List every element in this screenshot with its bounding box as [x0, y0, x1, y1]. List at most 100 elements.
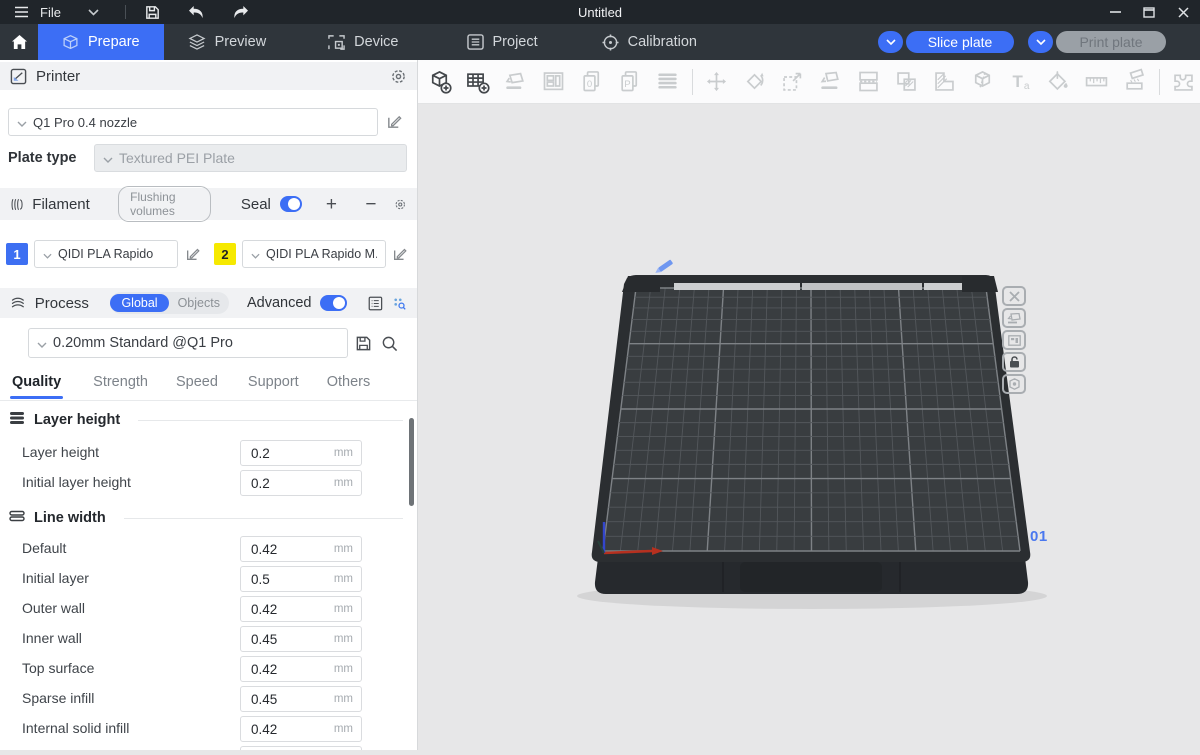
filament-2-select[interactable]: QIDI PLA Rapido M... — [242, 240, 386, 268]
search-preset-icon[interactable] — [380, 334, 399, 353]
setting-row: Layer height0.2mm — [0, 438, 417, 468]
toolbar-separator — [692, 69, 693, 95]
lay-on-face-icon[interactable] — [815, 67, 845, 97]
setting-input[interactable]: 0.42mm — [240, 536, 362, 562]
section-header-layer-height: Layer height — [0, 408, 417, 432]
tab-strength[interactable]: Strength — [93, 368, 148, 396]
setting-input[interactable] — [240, 746, 362, 750]
slice-options-chevron-icon[interactable] — [878, 31, 903, 53]
add-filament-button[interactable]: + — [326, 195, 337, 214]
edit-filament-1-icon[interactable] — [183, 244, 202, 263]
file-chevron-icon[interactable] — [83, 2, 105, 22]
printer-preset-select[interactable]: Q1 Pro 0.4 nozzle — [8, 108, 378, 136]
segment-global[interactable]: Global — [110, 294, 168, 312]
remove-filament-button[interactable]: − — [365, 195, 376, 214]
printer-settings-gear-icon[interactable] — [390, 68, 407, 85]
undo-icon[interactable] — [186, 2, 208, 22]
object-list-icon[interactable] — [652, 67, 682, 97]
slice-plate-button[interactable]: Slice plate — [906, 31, 1014, 53]
global-objects-segmented[interactable]: Global Objects — [110, 292, 229, 314]
edit-printer-icon[interactable] — [385, 112, 404, 131]
seal-label: Seal — [241, 196, 271, 213]
edit-filament-2-icon[interactable] — [390, 244, 409, 263]
setting-input[interactable]: 0.2mm — [240, 470, 362, 496]
project-icon — [467, 34, 484, 50]
tab-calibration[interactable]: Calibration — [578, 24, 721, 60]
add-plate-icon[interactable] — [462, 67, 492, 97]
setting-input[interactable]: 0.42mm — [240, 596, 362, 622]
split-to-plates-icon[interactable] — [853, 67, 883, 97]
seal-toggle[interactable] — [280, 196, 302, 212]
print-plate-button[interactable]: Print plate — [1056, 31, 1166, 53]
delete-plate-icon[interactable] — [1002, 286, 1026, 306]
filament-1-select[interactable]: QIDI PLA Rapido — [34, 240, 178, 268]
tab-preview[interactable]: Preview — [164, 24, 291, 60]
setting-input[interactable]: 0.5mm — [240, 566, 362, 592]
setting-input[interactable]: 0.45mm — [240, 626, 362, 652]
panel-scrollbar[interactable] — [409, 418, 414, 506]
color-paint-icon[interactable] — [1043, 67, 1073, 97]
viewport-3d[interactable]: 01 — [418, 104, 1200, 750]
lock-plate-icon[interactable] — [1002, 352, 1026, 372]
filament-1-swatch[interactable]: 1 — [6, 243, 28, 265]
home-button[interactable] — [0, 24, 38, 60]
paste-icon[interactable]: P — [614, 67, 644, 97]
file-menu[interactable]: File — [40, 5, 61, 20]
minimize-icon[interactable] — [1098, 0, 1132, 24]
parameter-list-icon[interactable] — [368, 295, 383, 312]
rotate-icon[interactable] — [739, 67, 769, 97]
edit-plate-name-icon[interactable] — [654, 259, 673, 275]
copy-icon[interactable]: 0 — [576, 67, 606, 97]
tab-device[interactable]: Device — [304, 24, 422, 60]
tab-project[interactable]: Project — [443, 24, 562, 60]
setting-row: Sparse infill0.45mm — [0, 684, 417, 714]
setting-input[interactable]: 0.45mm — [240, 686, 362, 712]
search-settings-icon[interactable] — [392, 295, 407, 312]
split-to-objects-icon[interactable] — [891, 67, 921, 97]
arrange-plate-icon[interactable] — [1002, 330, 1026, 350]
tab-speed[interactable]: Speed — [176, 368, 218, 396]
main-tabbar: Prepare Preview Device Project Calibrati… — [0, 24, 1200, 60]
print-options-chevron-icon[interactable] — [1028, 31, 1053, 53]
app-window: File Untitled — [0, 0, 1200, 750]
tab-prepare[interactable]: Prepare — [38, 24, 164, 60]
tab-quality[interactable]: Quality — [12, 368, 61, 396]
redo-icon[interactable] — [230, 2, 252, 22]
auto-orient-icon[interactable] — [500, 67, 530, 97]
save-icon[interactable] — [142, 2, 164, 22]
setting-input[interactable]: 0.42mm — [240, 716, 362, 742]
setting-label: Initial layer height — [22, 474, 131, 490]
setting-input[interactable]: 0.42mm — [240, 656, 362, 682]
maximize-icon[interactable] — [1132, 0, 1166, 24]
advanced-toggle[interactable] — [320, 295, 346, 311]
setting-row: Default0.42mm — [0, 534, 417, 564]
scale-icon[interactable] — [777, 67, 807, 97]
process-preset-select[interactable]: 0.20mm Standard @Q1 Pro — [28, 328, 348, 358]
measure-icon[interactable] — [1081, 67, 1111, 97]
setting-input[interactable]: 0.2mm — [240, 440, 362, 466]
seam-paint-icon[interactable] — [1119, 67, 1149, 97]
plate-settings-icon[interactable] — [1002, 374, 1026, 394]
text-tool-icon[interactable]: Ta — [1005, 67, 1035, 97]
arrange-icon[interactable] — [538, 67, 568, 97]
close-icon[interactable] — [1166, 0, 1200, 24]
plate-type-select[interactable]: Textured PEI Plate — [94, 144, 407, 172]
fill-icon[interactable] — [929, 67, 959, 97]
side-panel: Printer Q1 Pro 0.4 nozzle Plate type Tex… — [0, 60, 417, 750]
layer-height-icon — [8, 411, 26, 430]
filament-2-swatch[interactable]: 2 — [214, 243, 236, 265]
save-preset-icon[interactable] — [354, 334, 373, 353]
cut-icon[interactable] — [967, 67, 997, 97]
tab-others[interactable]: Others — [327, 368, 371, 396]
segment-objects[interactable]: Objects — [169, 294, 229, 312]
filament-settings-gear-icon[interactable] — [394, 196, 407, 213]
tab-support[interactable]: Support — [248, 368, 299, 396]
process-icon — [10, 295, 26, 311]
assembly-icon[interactable] — [1168, 67, 1198, 97]
flushing-volumes-button[interactable]: Flushing volumes — [118, 186, 211, 222]
add-model-icon[interactable] — [424, 67, 454, 97]
menu-icon[interactable] — [10, 2, 32, 22]
move-icon[interactable] — [701, 67, 731, 97]
plate-number-label[interactable]: 01 — [1030, 528, 1048, 545]
orient-plate-icon[interactable] — [1002, 308, 1026, 328]
